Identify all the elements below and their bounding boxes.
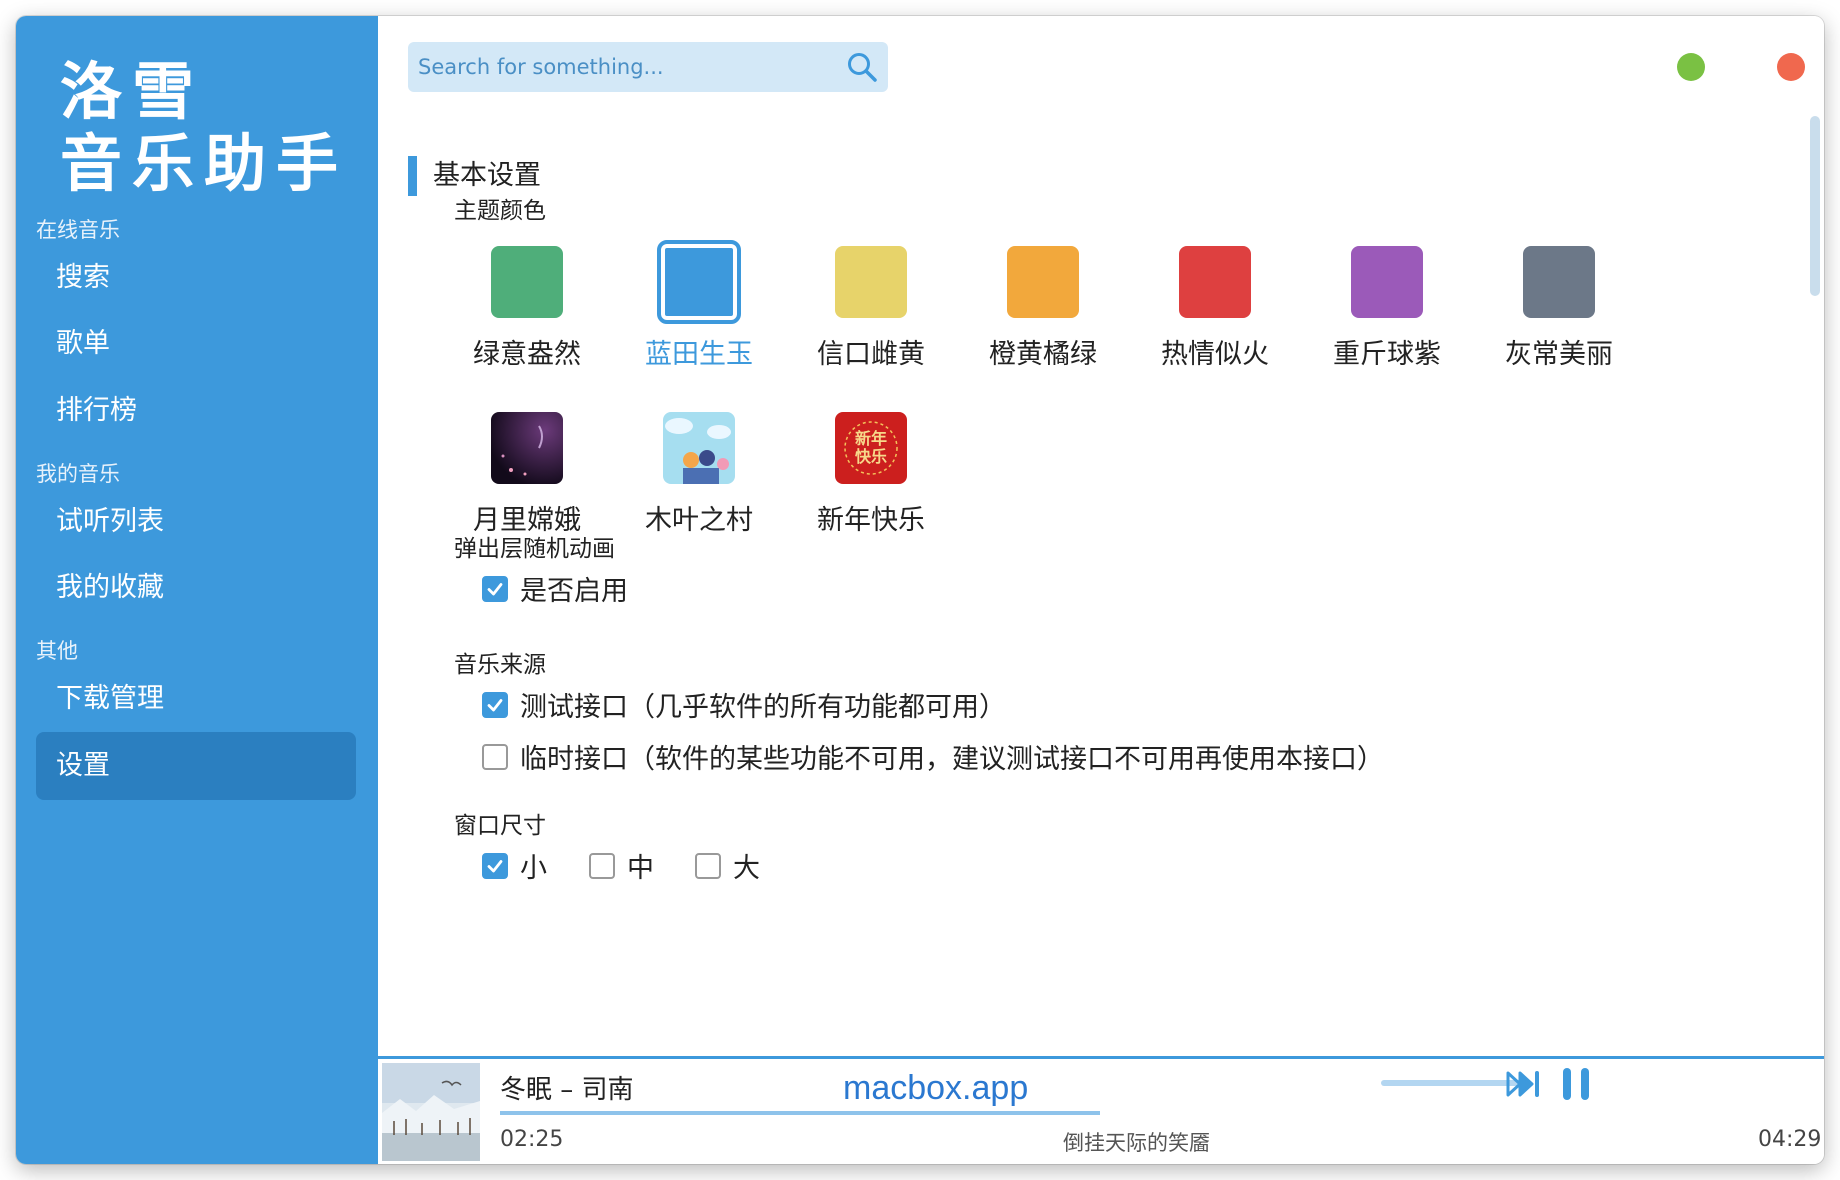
sidebar-item-settings[interactable]: 设置 bbox=[36, 732, 356, 800]
window-size-medium[interactable]: 中 bbox=[589, 846, 654, 885]
sidebar-item-label: 试听列表 bbox=[56, 506, 164, 537]
sidebar: 洛雪 音乐助手 在线音乐 搜索 歌单 排行榜 我的音乐 试听列表 我的收藏 其他… bbox=[16, 16, 378, 1164]
app-logo: 洛雪 音乐助手 bbox=[60, 56, 348, 200]
sidebar-item-label: 搜索 bbox=[56, 262, 110, 293]
swatch-name: 蓝田生玉 bbox=[645, 339, 753, 370]
sidebar-item-search[interactable]: 搜索 bbox=[36, 244, 356, 312]
checkbox-unchecked[interactable] bbox=[695, 852, 721, 879]
sidebar-item-label: 排行榜 bbox=[56, 395, 137, 426]
source-option-temp-api[interactable]: 临时接口（软件的某些功能不可用，建议测试接口不可用再使用本接口） bbox=[482, 737, 1384, 776]
swatch-name: 灰常美丽 bbox=[1505, 339, 1613, 370]
app-window: 洛雪 音乐助手 在线音乐 搜索 歌单 排行榜 我的音乐 试听列表 我的收藏 其他… bbox=[16, 16, 1824, 1164]
checkbox-unchecked[interactable] bbox=[589, 852, 615, 879]
scrollbar-thumb[interactable] bbox=[1810, 116, 1820, 296]
sidebar-item-label: 歌单 bbox=[56, 328, 110, 359]
album-cover[interactable] bbox=[382, 1063, 480, 1161]
swatch-box bbox=[1007, 246, 1079, 318]
swatch-name: 绿意盎然 bbox=[473, 339, 581, 370]
swatch-name: 新年快乐 bbox=[817, 505, 925, 536]
theme-color-label: 主题颜色 bbox=[454, 198, 546, 224]
player-bar: 冬眠 – 司南 macbox.app 02:25 倒挂天际的笑靥 04:29 bbox=[378, 1056, 1824, 1164]
logo-line-2: 音乐助手 bbox=[60, 127, 349, 200]
checkbox-checked[interactable] bbox=[482, 691, 508, 718]
close-button[interactable] bbox=[1777, 53, 1805, 81]
sidebar-item-label: 我的收藏 bbox=[56, 572, 164, 603]
swatch-name: 信口雌黄 bbox=[817, 339, 925, 370]
window-size-large[interactable]: 大 bbox=[695, 846, 760, 885]
source-option-test-api[interactable]: 测试接口（几乎软件的所有功能都可用） bbox=[482, 685, 1006, 724]
animation-toggle[interactable]: 是否启用 bbox=[482, 569, 628, 608]
sidebar-item-charts[interactable]: 排行榜 bbox=[36, 377, 356, 445]
option-label: 中 bbox=[627, 853, 654, 884]
logo-line-1: 洛雪 bbox=[60, 55, 205, 128]
option-label: 是否启用 bbox=[520, 576, 628, 607]
check-icon bbox=[487, 698, 503, 711]
swatch-name: 热情似火 bbox=[1161, 339, 1269, 370]
next-icon[interactable] bbox=[1506, 1069, 1542, 1099]
current-time: 02:25 bbox=[500, 1127, 564, 1152]
swatch-name: 重斤球紫 bbox=[1333, 339, 1441, 370]
swatch-name: 木叶之村 bbox=[645, 505, 753, 536]
minimize-button[interactable] bbox=[1677, 53, 1705, 81]
new-year-badge-text: 新年快乐 bbox=[855, 429, 887, 466]
sidebar-item-favorites[interactable]: 我的收藏 bbox=[36, 554, 356, 622]
window-size-label: 窗口尺寸 bbox=[454, 813, 546, 839]
swatch-box bbox=[835, 246, 907, 318]
progress-bar[interactable] bbox=[500, 1111, 1600, 1115]
new-year-theme-image: 新年快乐 bbox=[835, 412, 907, 484]
option-label: 大 bbox=[733, 853, 760, 884]
check-icon bbox=[487, 582, 503, 595]
check-icon bbox=[487, 859, 503, 872]
scrollbar[interactable] bbox=[1810, 116, 1820, 1051]
moon-theme-image bbox=[491, 412, 563, 484]
sidebar-item-downloads[interactable]: 下载管理 bbox=[36, 665, 356, 733]
option-label: 测试接口（几乎软件的所有功能都可用） bbox=[520, 692, 1006, 723]
progress-fill bbox=[500, 1111, 1100, 1115]
total-time: 04:29 bbox=[1758, 1127, 1822, 1152]
section-title: 基本设置 bbox=[408, 156, 541, 196]
search-input[interactable] bbox=[418, 42, 818, 92]
volume-slider[interactable] bbox=[1381, 1080, 1521, 1086]
nav-section-my-music: 我的音乐 bbox=[36, 462, 120, 486]
swatch-box bbox=[491, 246, 563, 318]
swatch-box: 新年快乐 bbox=[835, 412, 907, 484]
sidebar-item-label: 下载管理 bbox=[56, 683, 164, 714]
settings-panel: 基本设置 主题颜色 绿意盎然 蓝田生玉 信口雌黄 橙黄橘绿 热情似火 重斤球紫 bbox=[378, 16, 1824, 1056]
watermark-text: macbox.app bbox=[843, 1069, 1029, 1107]
song-title: 冬眠 – 司南 bbox=[500, 1075, 634, 1105]
swatch-box bbox=[657, 240, 741, 324]
search-box bbox=[408, 42, 888, 92]
swatch-name: 橙黄橘绿 bbox=[989, 339, 1097, 370]
option-label: 临时接口（软件的某些功能不可用，建议测试接口不可用再使用本接口） bbox=[520, 744, 1384, 775]
nav-section-other: 其他 bbox=[36, 639, 78, 663]
sidebar-item-label: 设置 bbox=[56, 750, 110, 781]
swatch-box bbox=[1351, 246, 1423, 318]
sidebar-item-playlists[interactable]: 歌单 bbox=[36, 310, 356, 378]
pause-icon[interactable] bbox=[1561, 1066, 1591, 1102]
album-cover-image bbox=[382, 1063, 480, 1161]
swatch-box bbox=[1179, 246, 1251, 318]
window-size-small[interactable]: 小 bbox=[482, 846, 547, 885]
animation-label: 弹出层随机动画 bbox=[454, 536, 615, 562]
search-icon[interactable] bbox=[846, 51, 878, 83]
lyric-line: 倒挂天际的笑靥 bbox=[1063, 1131, 1210, 1155]
option-label: 小 bbox=[520, 853, 547, 884]
konoha-theme-image bbox=[663, 412, 735, 484]
checkbox-unchecked[interactable] bbox=[482, 743, 508, 770]
checkbox-checked[interactable] bbox=[482, 575, 508, 602]
music-source-label: 音乐来源 bbox=[454, 652, 546, 678]
nav-section-online: 在线音乐 bbox=[36, 218, 120, 242]
swatch-box bbox=[491, 412, 563, 484]
sidebar-item-listen-list[interactable]: 试听列表 bbox=[36, 488, 356, 556]
swatch-box bbox=[1523, 246, 1595, 318]
checkbox-checked[interactable] bbox=[482, 852, 508, 879]
swatch-box bbox=[663, 412, 735, 484]
